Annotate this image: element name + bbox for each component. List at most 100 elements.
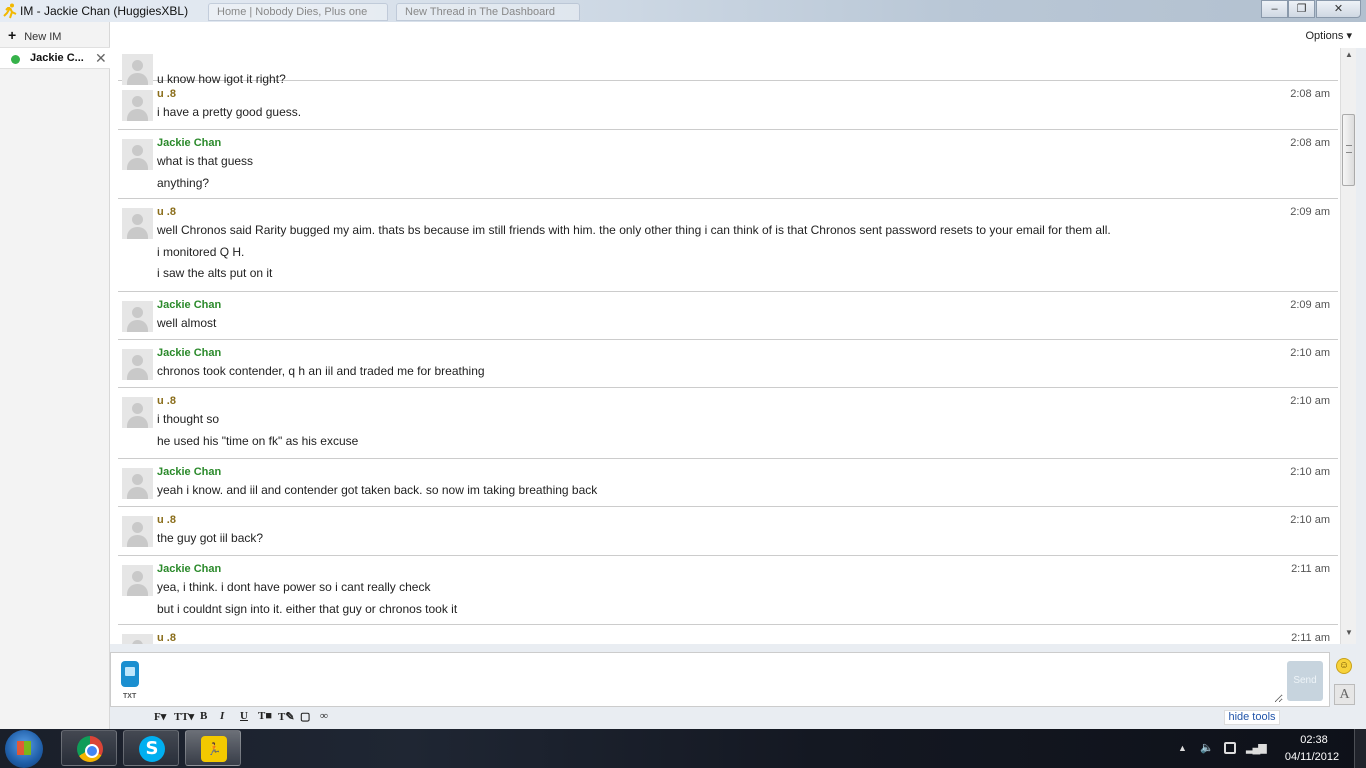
message-text: he used his "time on fk" as his excuse bbox=[157, 433, 359, 448]
message-text: the guy got iil back? bbox=[157, 531, 264, 545]
message-row: u know how igot it right? bbox=[118, 48, 1338, 86]
message-sender: u .8 bbox=[157, 395, 176, 407]
compose-area: TXT Send bbox=[110, 652, 1330, 707]
message-text: i monitored Q H. bbox=[157, 244, 245, 259]
message-row: u .8 2:11 am bbox=[118, 625, 1338, 644]
buddy-avatar-icon bbox=[122, 90, 153, 121]
highlight-color-button[interactable]: T✎ bbox=[278, 710, 295, 726]
scroll-down-arrow-icon[interactable]: ▼ bbox=[1341, 628, 1357, 642]
conversation-tab-jackie-chan[interactable]: Jackie C... ✕ bbox=[0, 47, 110, 69]
buddy-avatar-icon bbox=[122, 634, 153, 644]
taskbar-skype[interactable]: S bbox=[123, 730, 179, 766]
buddy-avatar-icon bbox=[122, 301, 153, 332]
show-desktop-button[interactable] bbox=[1354, 729, 1366, 768]
message-timestamp: 2:10 am bbox=[1290, 347, 1330, 359]
scroll-up-arrow-icon[interactable]: ▲ bbox=[1341, 50, 1357, 64]
message-timestamp: 2:10 am bbox=[1290, 466, 1330, 478]
message-sender: Jackie Chan bbox=[157, 347, 222, 359]
message-timestamp: 2:10 am bbox=[1290, 514, 1330, 526]
message-row: Jackie Chan 2:10 am chronos took contender… bbox=[118, 340, 1338, 388]
message-text: but i couldnt sign into it. either that … bbox=[157, 601, 458, 616]
txt-label: TXT bbox=[123, 693, 137, 700]
hide-tools-link[interactable]: hide tools bbox=[1224, 710, 1280, 725]
taskbar-aim[interactable]: 🏃 bbox=[185, 730, 241, 766]
message-text: well Chronos said Rarity bugged my aim. … bbox=[157, 223, 1111, 237]
buddy-avatar-icon bbox=[122, 565, 153, 596]
font-size-button[interactable]: TT▾ bbox=[174, 710, 194, 726]
windows-taskbar: S 🏃 ▲ 🔈 ▂▄▆ 02:38 04/11/2012 bbox=[0, 729, 1366, 768]
chat-transcript: u know how igot it right? u .8 2:08 am i ha… bbox=[110, 48, 1340, 644]
message-timestamp: 2:09 am bbox=[1290, 206, 1330, 218]
window-title: IM - Jackie Chan (HuggiesXBL) bbox=[20, 4, 189, 18]
message-text: anything? bbox=[157, 175, 210, 190]
message-sender: Jackie Chan bbox=[157, 466, 222, 478]
clock-date[interactable]: 04/11/2012 bbox=[1280, 751, 1344, 763]
message-timestamp: 2:10 am bbox=[1290, 395, 1330, 407]
start-button[interactable] bbox=[5, 730, 43, 768]
emoticon-icon[interactable]: ☺ bbox=[1336, 658, 1352, 674]
buddy-avatar-icon bbox=[122, 139, 153, 170]
power-icon[interactable] bbox=[1224, 742, 1236, 754]
send-button[interactable]: Send bbox=[1287, 661, 1323, 701]
chat-header: Options ▾ bbox=[110, 22, 1366, 48]
message-text: i thought so bbox=[157, 412, 220, 426]
online-status-icon bbox=[11, 55, 20, 64]
minimize-button[interactable]: – bbox=[1261, 0, 1288, 18]
message-sender: u .8 bbox=[157, 514, 176, 526]
message-row: u .8 2:09 am well Chronos said Rarity bugg… bbox=[118, 199, 1338, 292]
message-timestamp: 2:11 am bbox=[1291, 632, 1330, 644]
message-text: yea, i think. i dont have power so i can… bbox=[157, 580, 431, 594]
message-timestamp: 2:08 am bbox=[1290, 88, 1330, 100]
message-row: Jackie Chan 2:09 am well almost bbox=[118, 292, 1338, 340]
skype-icon: S bbox=[139, 736, 165, 762]
underline-button[interactable]: U bbox=[240, 710, 248, 726]
font-face-button[interactable]: F▾ bbox=[154, 710, 166, 726]
conversation-tab-label: Jackie C... bbox=[30, 52, 84, 64]
insert-link-icon[interactable]: ∞ bbox=[320, 710, 328, 726]
message-timestamp: 2:09 am bbox=[1290, 299, 1330, 311]
close-conversation-icon[interactable]: ✕ bbox=[95, 50, 107, 67]
tray-overflow-arrow-icon[interactable]: ▲ bbox=[1178, 743, 1187, 753]
clock-time[interactable]: 02:38 bbox=[1294, 734, 1334, 746]
title-bar: IM - Jackie Chan (HuggiesXBL) Home | Nob… bbox=[0, 0, 1366, 22]
message-text: yeah i know. and iil and contender got t… bbox=[157, 483, 598, 497]
background-browser-tab: New Thread in The Dashboard bbox=[396, 3, 580, 21]
chat-scrollbar[interactable]: ▲ ▼ bbox=[1340, 48, 1356, 644]
options-menu[interactable]: Options ▾ bbox=[1306, 29, 1353, 42]
message-row: u .8 2:10 am i thought so he used his "time… bbox=[118, 388, 1338, 459]
close-button[interactable]: ✕ bbox=[1316, 0, 1361, 18]
message-sender: u .8 bbox=[157, 206, 176, 218]
message-sender: Jackie Chan bbox=[157, 299, 222, 311]
scroll-thumb[interactable] bbox=[1342, 114, 1355, 186]
message-timestamp: 2:08 am bbox=[1290, 137, 1330, 149]
text-color-button[interactable]: T■ bbox=[258, 710, 272, 726]
formatting-toolbar: F▾ TT▾ B I U T■ T✎ ▢ ∞ bbox=[150, 710, 1280, 726]
background-color-button[interactable]: ▢ bbox=[300, 710, 310, 726]
background-browser-tab: Home | Nobody Dies, Plus one bbox=[208, 3, 388, 21]
mobile-phone-icon[interactable] bbox=[121, 661, 139, 687]
chrome-icon bbox=[77, 736, 103, 762]
message-text: i saw the alts put on it bbox=[157, 266, 273, 280]
plus-icon: + bbox=[8, 27, 17, 43]
message-timestamp: 2:11 am bbox=[1291, 563, 1330, 575]
message-row: u .8 2:08 am i have a pretty good guess. bbox=[118, 81, 1338, 130]
taskbar-chrome[interactable] bbox=[61, 730, 117, 766]
message-input[interactable] bbox=[153, 657, 1283, 703]
buddy-avatar-icon bbox=[122, 349, 153, 380]
new-im-button[interactable]: + New IM bbox=[0, 26, 110, 44]
aim-icon: 🏃 bbox=[201, 736, 227, 762]
message-text: well almost bbox=[157, 316, 217, 330]
network-signal-icon[interactable]: ▂▄▆ bbox=[1246, 741, 1267, 754]
maximize-button[interactable]: ❐ bbox=[1288, 0, 1315, 18]
font-settings-icon[interactable]: A bbox=[1334, 684, 1355, 705]
message-text: what is that guess bbox=[157, 154, 254, 168]
italic-button[interactable]: I bbox=[220, 710, 224, 726]
buddy-avatar-icon bbox=[122, 208, 153, 239]
message-row: Jackie Chan 2:08 am what is that guess anyt… bbox=[118, 130, 1338, 199]
volume-icon[interactable]: 🔈 bbox=[1200, 741, 1214, 754]
message-row: Jackie Chan 2:10 am yeah i know. and iil a… bbox=[118, 459, 1338, 507]
message-sender: Jackie Chan bbox=[157, 137, 222, 149]
message-row: Jackie Chan 2:11 am yea, i think. i dont h… bbox=[118, 556, 1338, 625]
message-row: u .8 2:10 am the guy got iil back? bbox=[118, 507, 1338, 556]
bold-button[interactable]: B bbox=[200, 710, 207, 726]
